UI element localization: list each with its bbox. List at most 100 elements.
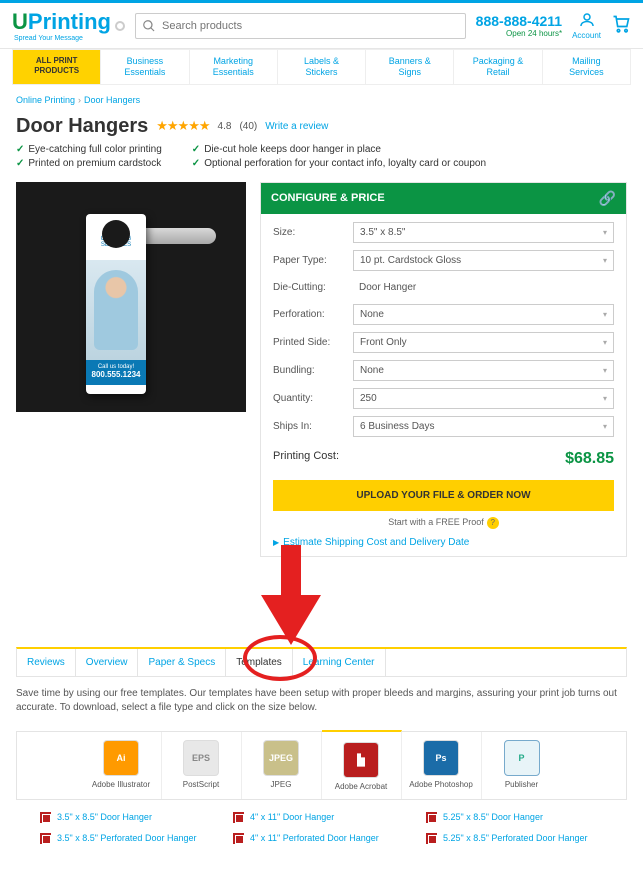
help-icon: ?: [487, 517, 499, 529]
qty-label: Quantity:: [273, 393, 353, 404]
rating-value: 4.8: [218, 121, 232, 132]
check-icon: ✓: [192, 144, 200, 155]
format-jpeg[interactable]: JPEGJPEG: [242, 732, 322, 799]
ships-label: Ships In:: [273, 421, 353, 432]
account-link[interactable]: Account: [572, 11, 601, 40]
cart-link[interactable]: [611, 14, 631, 37]
eps-icon: EPS: [183, 740, 219, 776]
breadcrumb-current: Door Hangers: [84, 95, 140, 105]
pub-icon: P: [504, 740, 540, 776]
write-review-link[interactable]: Write a review: [265, 121, 328, 132]
size-select[interactable]: 3.5" x 8.5"▾: [353, 222, 614, 243]
tagline: Spread Your Message: [14, 35, 111, 42]
tab-paper-specs[interactable]: Paper & Specs: [138, 649, 226, 676]
paper-label: Paper Type:: [273, 255, 353, 266]
tab-learning[interactable]: Learning Center: [293, 649, 386, 676]
nav-marketing[interactable]: Marketing Essentials: [190, 49, 278, 85]
main-nav: ALL PRINT PRODUCTS Business Essentials M…: [0, 49, 643, 85]
config-title: CONFIGURE & PRICE: [271, 192, 385, 204]
qty-select[interactable]: 250▾: [353, 388, 614, 409]
user-icon: [578, 11, 596, 29]
chevron-down-icon: ▾: [603, 338, 607, 347]
check-icon: ✓: [16, 158, 24, 169]
price-label: Printing Cost:: [273, 450, 339, 468]
chevron-down-icon: ▾: [603, 394, 607, 403]
download-link[interactable]: 4" x 11" Door Hanger: [233, 812, 410, 823]
format-acrobat[interactable]: Adobe Acrobat: [322, 730, 402, 799]
nav-business[interactable]: Business Essentials: [101, 49, 189, 85]
nav-packaging[interactable]: Packaging & Retail: [454, 49, 542, 85]
feature-text: Eye-catching full color printing: [28, 144, 161, 155]
phone-hours: Open 24 hours*: [476, 29, 562, 38]
download-list: 3.5" x 8.5" Door Hanger 3.5" x 8.5" Perf…: [16, 812, 627, 870]
phone-number: 888-888-4211: [476, 13, 562, 29]
jpeg-icon: JPEG: [263, 740, 299, 776]
feature-text: Die-cut hole keeps door hanger in place: [204, 144, 381, 155]
pdf-file-icon: [233, 812, 244, 823]
bundle-label: Bundling:: [273, 365, 353, 376]
nav-banners[interactable]: Banners & Signs: [366, 49, 454, 85]
check-icon: ✓: [192, 158, 200, 169]
download-link[interactable]: 3.5" x 8.5" Perforated Door Hanger: [40, 833, 217, 844]
tab-reviews[interactable]: Reviews: [17, 649, 76, 676]
search-box[interactable]: [135, 13, 466, 39]
estimate-shipping-link[interactable]: ▶Estimate Shipping Cost and Delivery Dat…: [273, 537, 614, 548]
chevron-down-icon: ▾: [603, 366, 607, 375]
chevron-down-icon: ▾: [603, 256, 607, 265]
star-rating-icon: ★★★★★: [156, 118, 209, 134]
nav-all-products[interactable]: ALL PRINT PRODUCTS: [12, 49, 101, 85]
logo-u: U: [12, 9, 28, 34]
download-link[interactable]: 4" x 11" Perforated Door Hanger: [233, 833, 410, 844]
tab-templates[interactable]: Templates: [226, 649, 293, 676]
download-link[interactable]: 5.25" x 8.5" Door Hanger: [426, 812, 603, 823]
ai-icon: Ai: [103, 740, 139, 776]
paper-select[interactable]: 10 pt. Cardstock Gloss▾: [353, 250, 614, 271]
pdf-file-icon: [233, 833, 244, 844]
logo-dot-icon: [115, 21, 125, 31]
side-label: Printed Side:: [273, 337, 353, 348]
search-input[interactable]: [156, 16, 459, 36]
die-value: Door Hanger: [353, 278, 614, 297]
download-link[interactable]: 3.5" x 8.5" Door Hanger: [40, 812, 217, 823]
pdf-file-icon: [40, 833, 51, 844]
feature-text: Printed on premium cardstock: [28, 158, 161, 169]
format-eps[interactable]: EPSPostScript: [162, 732, 242, 799]
ships-select[interactable]: 6 Business Days▾: [353, 416, 614, 437]
review-count: (40): [239, 121, 257, 132]
config-panel: CONFIGURE & PRICE 🔗 Size:3.5" x 8.5"▾ Pa…: [260, 182, 627, 557]
perf-select[interactable]: None▾: [353, 304, 614, 325]
link-icon[interactable]: 🔗: [599, 190, 616, 207]
chevron-down-icon: ▾: [603, 228, 607, 237]
feature-text: Optional perforation for your contact in…: [204, 158, 486, 169]
pdf-file-icon: [426, 812, 437, 823]
download-link[interactable]: 5.25" x 8.5" Perforated Door Hanger: [426, 833, 603, 844]
tabs: Reviews Overview Paper & Specs Templates…: [16, 647, 627, 677]
feature-list: ✓ Eye-catching full color printing ✓ Print…: [16, 144, 627, 172]
psd-icon: Ps: [423, 740, 459, 776]
breadcrumb: Online Printing›Door Hangers: [16, 95, 627, 105]
nav-labels[interactable]: Labels & Stickers: [278, 49, 366, 85]
page-title: Door Hangers: [16, 115, 148, 138]
logo[interactable]: UPrinting Spread Your Message: [12, 9, 125, 42]
cart-icon: [611, 14, 631, 34]
tab-overview[interactable]: Overview: [76, 649, 139, 676]
pdf-file-icon: [426, 833, 437, 844]
format-ai[interactable]: AiAdobe Illustrator: [82, 732, 162, 799]
upload-button[interactable]: UPLOAD YOUR FILE & ORDER NOW: [273, 480, 614, 511]
format-photoshop[interactable]: PsAdobe Photoshop: [402, 732, 482, 799]
price-value: $68.85: [565, 450, 614, 468]
product-image: CLEANING SERVICES Call us today! 800.555…: [16, 182, 246, 412]
format-publisher[interactable]: PPublisher: [482, 732, 562, 799]
pdf-file-icon: [40, 812, 51, 823]
hanger-phone: 800.555.1234: [86, 370, 146, 379]
check-icon: ✓: [16, 144, 24, 155]
pdf-icon: [343, 742, 379, 778]
annotation-arrow-icon: [261, 545, 321, 645]
side-select[interactable]: Front Only▾: [353, 332, 614, 353]
bundle-select[interactable]: None▾: [353, 360, 614, 381]
free-proof-link[interactable]: Start with a FREE Proof?: [273, 517, 614, 529]
nav-mailing[interactable]: Mailing Services: [543, 49, 631, 85]
search-icon: [142, 19, 156, 33]
breadcrumb-home[interactable]: Online Printing: [16, 95, 75, 105]
format-tabs: AiAdobe Illustrator EPSPostScript JPEGJP…: [16, 731, 627, 800]
